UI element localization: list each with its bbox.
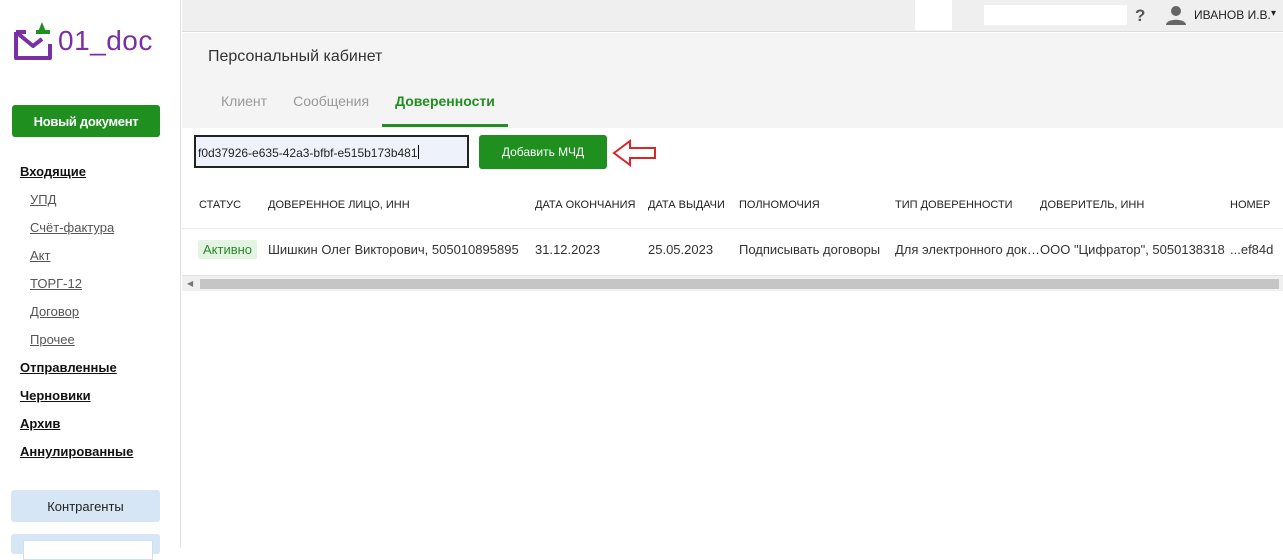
tabs: Клиент Сообщения Доверенности (182, 83, 508, 127)
top-bar: ? ИВАНОВ И.В. ▾ (182, 0, 1283, 32)
sidebar-nav: Входящие УПД Счёт-фактура Акт ТОРГ-12 До… (20, 164, 133, 472)
cell-principal: ООО "Цифратор", 5050138318 (1040, 227, 1230, 270)
text-cursor (417, 145, 419, 159)
column-number[interactable]: НОМЕР (1230, 182, 1283, 228)
nav-drafts[interactable]: Черновики (20, 388, 133, 416)
scrollbar-thumb[interactable] (200, 279, 1279, 289)
envelope-logo-icon (14, 22, 52, 60)
poa-table: СТАТУС ДОВЕРЕННОЕ ЛИЦО, ИНН ДАТА ОКОНЧАН… (182, 182, 1283, 270)
cell-person: Шишкин Олег Викторович, 505010895895 (266, 227, 535, 270)
nav-sent[interactable]: Отправленные (20, 360, 133, 388)
poa-id-value: f0d37926-e635-42a3-bfbf-e515b173b481 (198, 146, 418, 160)
cell-poa-type: Для электронного документооборота (892, 227, 1040, 270)
column-end-date[interactable]: ДАТА ОКОНЧАНИЯ (535, 182, 648, 228)
new-document-button[interactable]: Новый документ (12, 105, 160, 137)
horizontal-scrollbar[interactable]: ◀ (182, 275, 1283, 291)
status-badge: Активно (198, 239, 258, 259)
nav-act[interactable]: Акт (20, 248, 133, 276)
logo-text: 01_doc (58, 25, 153, 56)
nav-torg12[interactable]: ТОРГ-12 (20, 276, 133, 304)
nav-incoming[interactable]: Входящие (20, 164, 133, 192)
scroll-left-icon[interactable]: ◀ (187, 279, 193, 288)
nav-archive[interactable]: Архив (20, 416, 133, 444)
tab-powers-of-attorney[interactable]: Доверенности (382, 83, 508, 127)
column-trusted-person[interactable]: ДОВЕРЕННОЕ ЛИЦО, ИНН (266, 182, 535, 228)
table-row[interactable]: Активно Шишкин Олег Викторович, 50501089… (182, 227, 1283, 270)
user-icon[interactable] (1165, 5, 1187, 25)
user-name[interactable]: ИВАНОВ И.В. (1194, 8, 1271, 22)
poa-id-input[interactable]: f0d37926-e635-42a3-bfbf-e515b173b481 (194, 135, 469, 168)
sidebar-bottom-input[interactable] (23, 540, 153, 560)
topbar-blank-field (984, 5, 1127, 25)
nav-upd[interactable]: УПД (20, 192, 133, 220)
column-status[interactable]: СТАТУС (182, 182, 266, 228)
cell-number: ...ef84d (1230, 227, 1283, 270)
nav-invoice[interactable]: Счёт-фактура (20, 220, 133, 248)
powers-of-attorney-panel: f0d37926-e635-42a3-bfbf-e515b173b481 Доб… (182, 128, 1283, 548)
cell-end-date: 31.12.2023 (535, 227, 648, 270)
sidebar: 01_doc Новый документ Входящие УПД Счёт-… (0, 0, 181, 560)
column-powers[interactable]: ПОЛНОМОЧИЯ (739, 182, 892, 228)
help-icon[interactable]: ? (1135, 6, 1145, 26)
page-title: Персональный кабинет (208, 48, 383, 65)
nav-other[interactable]: Прочее (20, 332, 133, 360)
cell-powers: Подписывать договоры (739, 227, 892, 270)
tab-messages[interactable]: Сообщения (280, 83, 382, 127)
nav-cancelled[interactable]: Аннулированные (20, 444, 133, 472)
tab-client[interactable]: Клиент (208, 83, 280, 127)
nav-contract[interactable]: Договор (20, 304, 133, 332)
main-area: Персональный кабинет Клиент Сообщения До… (182, 33, 1283, 548)
table-header-row: СТАТУС ДОВЕРЕННОЕ ЛИЦО, ИНН ДАТА ОКОНЧАН… (182, 182, 1283, 228)
add-mchd-button[interactable]: Добавить МЧД (479, 135, 607, 169)
contractors-button[interactable]: Контрагенты (11, 490, 160, 522)
cell-issue-date: 25.05.2023 (648, 227, 739, 270)
column-issue-date[interactable]: ДАТА ВЫДАЧИ (648, 182, 739, 228)
sidebar-bottom-panel (11, 534, 160, 560)
column-poa-type[interactable]: ТИП ДОВЕРЕННОСТИ (892, 182, 1040, 228)
arrow-left-icon (612, 139, 656, 167)
chevron-down-icon[interactable]: ▾ (1271, 8, 1276, 19)
logo[interactable]: 01_doc (12, 18, 153, 64)
topbar-blank-area (915, 0, 952, 30)
column-principal[interactable]: ДОВЕРИТЕЛЬ, ИНН (1040, 182, 1230, 228)
